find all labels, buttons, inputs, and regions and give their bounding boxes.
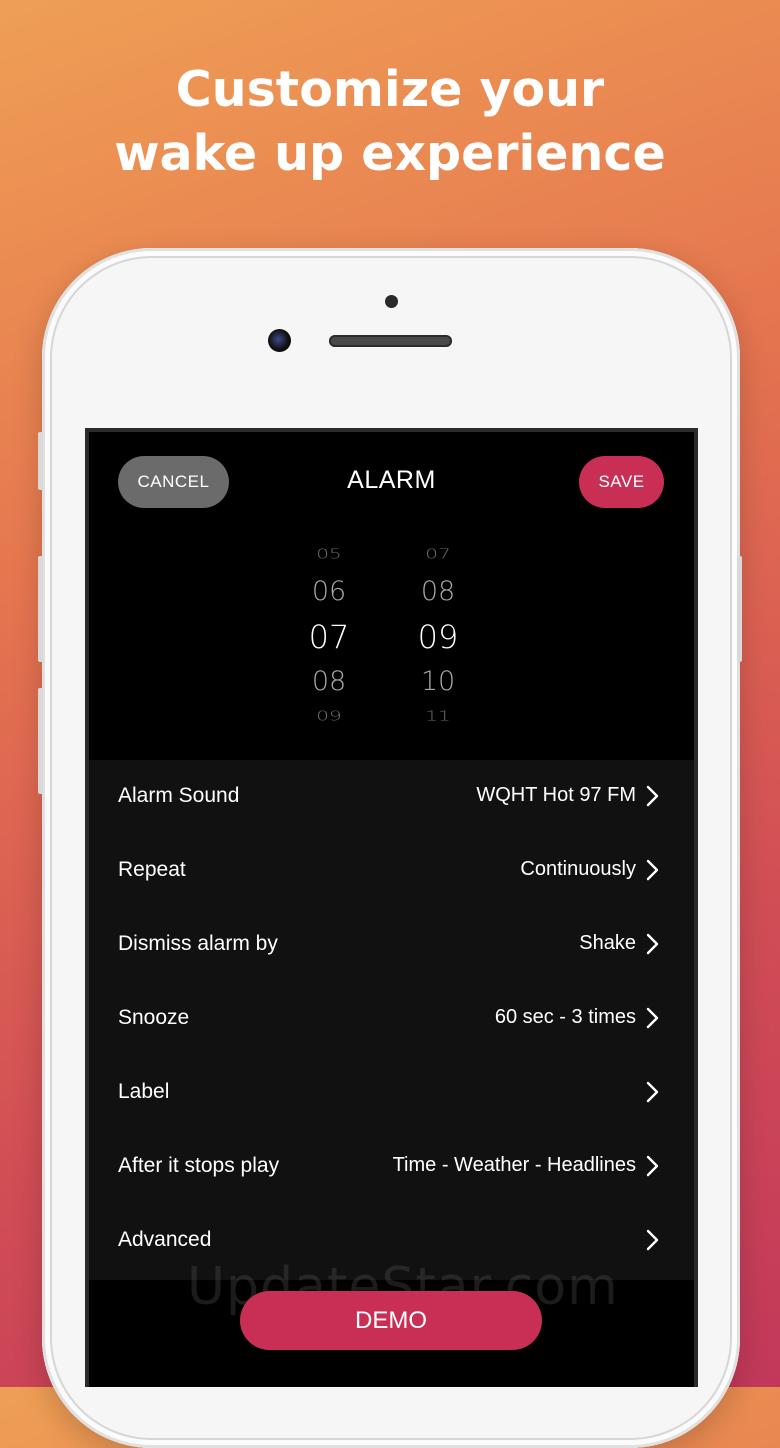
chevron-right-icon [646,1155,659,1177]
minute-option[interactable]: 08 [398,576,478,607]
front-camera [268,329,291,352]
phone-power-button [737,556,742,662]
save-button[interactable]: SAVE [579,456,664,508]
minute-option[interactable]: 11 [398,708,478,724]
phone-volume-down [38,688,43,794]
hour-option[interactable]: 09 [289,708,369,724]
minute-option[interactable]: 07 [398,546,478,562]
minute-selected[interactable]: 09 [398,618,478,656]
settings-row-alarm-sound[interactable]: Alarm Sound WQHT Hot 97 FM [89,760,694,834]
phone-volume-up [38,556,43,662]
row-label: Advanced [118,1228,212,1251]
minute-option[interactable]: 10 [398,666,478,697]
chevron-right-icon [646,1229,659,1251]
row-value: WQHT Hot 97 FM [476,784,636,806]
row-value: Time - Weather - Headlines [392,1154,636,1176]
hour-option[interactable]: 08 [289,666,369,697]
minute-wheel[interactable]: 07 08 09 10 11 [398,532,478,760]
earpiece-speaker [329,335,452,347]
chevron-right-icon [646,859,659,881]
hour-option[interactable]: 05 [289,546,369,562]
settings-row-label[interactable]: Label [89,1056,694,1130]
settings-row-repeat[interactable]: Repeat Continuously [89,834,694,908]
row-label: Label [118,1080,170,1103]
proximity-sensor [385,295,398,308]
top-bar: CANCEL ALARM SAVE [89,432,694,532]
settings-row-after-stops[interactable]: After it stops play Time - Weather - Hea… [89,1130,694,1204]
hour-wheel[interactable]: 05 06 07 08 09 [289,532,369,760]
app-screen: CANCEL ALARM SAVE 05 06 07 08 09 07 08 0… [85,428,698,1387]
row-label: Snooze [118,1006,190,1029]
hour-option[interactable]: 06 [289,576,369,607]
headline-line-2: wake up experience [114,125,666,182]
settings-row-dismiss[interactable]: Dismiss alarm by Shake [89,908,694,982]
demo-button[interactable]: DEMO [240,1291,542,1350]
chevron-right-icon [646,933,659,955]
row-value: Shake [579,932,636,954]
phone-side-button [38,432,43,490]
headline-line-1: Customize your [175,61,605,118]
row-label: After it stops play [118,1154,280,1177]
time-picker[interactable]: 05 06 07 08 09 07 08 09 10 11 [89,532,694,760]
chevron-right-icon [646,1081,659,1103]
row-label: Dismiss alarm by [118,932,278,955]
row-value: 60 sec - 3 times [494,1006,636,1028]
chevron-right-icon [646,1007,659,1029]
settings-row-advanced[interactable]: Advanced [89,1204,694,1278]
row-label: Repeat [118,858,186,881]
settings-list: Alarm Sound WQHT Hot 97 FM Repeat Contin… [89,760,694,1280]
row-value: Continuously [520,858,636,880]
chevron-right-icon [646,785,659,807]
hour-selected[interactable]: 07 [289,618,369,656]
headline: Customize your wake up experience [0,58,780,186]
settings-row-snooze[interactable]: Snooze 60 sec - 3 times [89,982,694,1056]
row-label: Alarm Sound [118,784,240,807]
